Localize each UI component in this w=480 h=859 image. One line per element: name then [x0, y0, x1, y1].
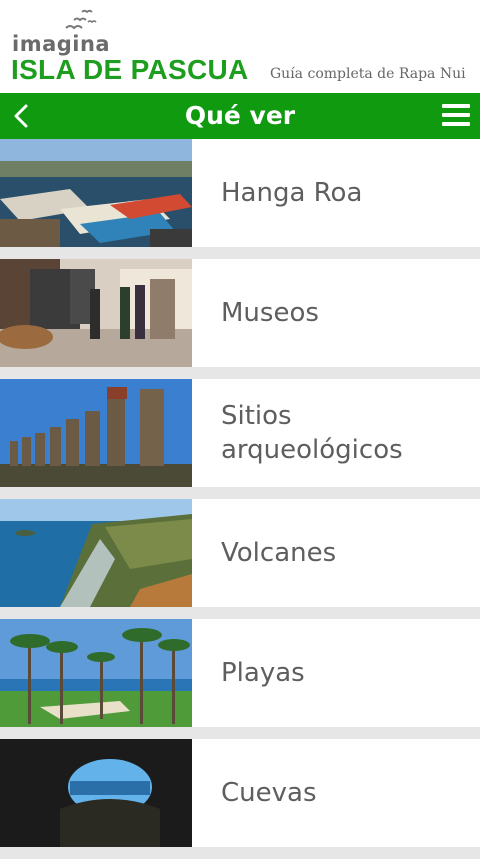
logo-tagline: Guía completa de Rapa Nui: [270, 66, 466, 82]
hamburger-menu-icon[interactable]: [442, 104, 470, 128]
cave-opening-photo: [0, 739, 192, 847]
app-header: imagina ISLA DE PASCUA Guía completa de …: [0, 0, 480, 93]
list-item-cuevas[interactable]: Cuevas: [0, 739, 480, 847]
list-item-label: Sitios arqueológicos: [221, 401, 403, 465]
list-item-volcanes[interactable]: Volcanes: [0, 499, 480, 607]
palm-beach-photo: [0, 619, 192, 727]
page-title: Qué ver: [184, 101, 296, 130]
list-item-hanga-roa[interactable]: Hanga Roa: [0, 139, 480, 247]
museum-interior-photo: [0, 259, 192, 367]
list-item-playas[interactable]: Playas: [0, 619, 480, 727]
top-app-bar: Qué ver: [0, 93, 480, 139]
list-item-label: Playas: [221, 658, 305, 688]
list-item-label: Cuevas: [221, 778, 317, 808]
logo-title: ISLA DE PASCUA: [11, 54, 249, 85]
list-item-label: Museos: [221, 298, 319, 328]
category-list: Hanga Roa Museos Sitios arqueológicos Vo…: [0, 139, 480, 859]
logo-imagina-text: imagina: [12, 32, 111, 56]
list-item-label: Hanga Roa: [221, 178, 363, 208]
list-item-museos[interactable]: Museos: [0, 259, 480, 367]
moai-row-photo: [0, 379, 192, 487]
harbor-boats-photo: [0, 139, 192, 247]
list-item-label: Volcanes: [221, 538, 337, 568]
list-item-sitios-arqueologicos[interactable]: Sitios arqueológicos: [0, 379, 480, 487]
coastal-cliffs-photo: [0, 499, 192, 607]
